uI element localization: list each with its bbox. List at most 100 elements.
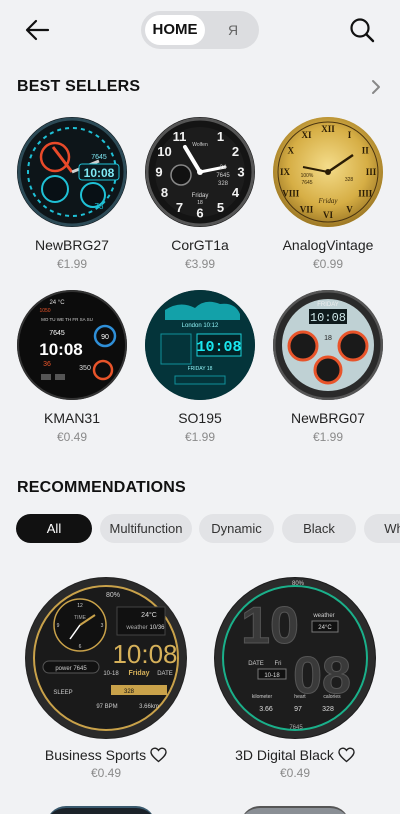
recommendation-name-row: Business Sports: [21, 747, 191, 763]
watchface-preview: Friday 100% 7645 328 XII I II III IIII V VI VII…: [273, 117, 383, 227]
corgt1a-hour-5: 5: [217, 200, 224, 215]
watchface-card-newbrg07[interactable]: FRIDAY 10:08 18 NewBRG07 €1.99: [268, 290, 388, 444]
watchface-digital3d-art: 80% 10 08 weather 24°C DATE Fri 10-18 ki…: [215, 578, 375, 738]
business-bpm: 97 BPM: [96, 704, 117, 710]
watchface-preview: 10:08 7645 78: [17, 117, 127, 227]
best-sellers-more-button[interactable]: [368, 78, 384, 96]
watchface-price: €1.99: [56, 257, 88, 271]
tab-home[interactable]: HOME: [145, 15, 205, 45]
watchface-card-corgt1a[interactable]: Wolfen Friday 18 24 7645 328 1 2 3 4 5 6 7 8 9 10…: [140, 117, 260, 271]
chip-multifunction[interactable]: Multifunction: [100, 514, 192, 543]
business-n6: 6: [79, 644, 82, 650]
digital3d-steps: 7645: [289, 725, 303, 731]
category-chips: All Multifunction Dynamic Black Wh: [16, 514, 400, 544]
chip-all[interactable]: All: [16, 514, 92, 543]
corgt1a-hour-6: 6: [196, 206, 203, 221]
vintage-numeral-8: VIII: [282, 189, 300, 199]
recommendations-title: RECOMMENDATIONS: [17, 479, 186, 496]
chevron-right-icon: [372, 80, 380, 94]
vintage-n3: 328: [345, 177, 354, 183]
newbrg07-date: 18: [324, 335, 332, 342]
digital3d-date-label: DATE: [248, 661, 264, 667]
vintage-numeral-11: XI: [301, 130, 311, 140]
kman31-temp: 24 °C: [49, 300, 65, 306]
business-sleep: SLEEP: [53, 690, 72, 696]
favorite-button[interactable]: [150, 747, 167, 763]
newbrg27-time: 10:08: [84, 166, 115, 180]
business-n12: 12: [77, 603, 83, 609]
kman31-time: 10:08: [39, 340, 82, 359]
corgt1a-hour-1: 1: [217, 129, 224, 144]
watchface-card-kman31[interactable]: 24 °C MO TU WE TH FR SA SU 10:08 7645 10…: [12, 290, 132, 444]
corgt1a-n2: 7645: [216, 173, 230, 179]
watchface-preview: London 10:12 10:08 FRIDAY 18: [145, 290, 255, 400]
tab-me[interactable]: Я: [211, 15, 255, 45]
digital3d-fri: Fri: [275, 661, 282, 667]
search-button[interactable]: [346, 14, 378, 46]
watchface-card-analogvintage[interactable]: Friday 100% 7645 328 XII I II III IIII V VI VII…: [268, 117, 388, 271]
watchface-business-art: 80% 12 3 6 9 TIME 24°C weather 10/36 10:…: [26, 578, 186, 738]
vintage-n2: 7645: [301, 180, 312, 186]
newbrg27-steps: 7645: [91, 154, 107, 161]
vintage-day: Friday: [317, 197, 338, 205]
business-n3: 3: [101, 623, 104, 629]
favorite-button[interactable]: [338, 747, 355, 763]
digital3d-weather: weather: [312, 613, 334, 619]
business-km: 3.66km: [139, 704, 159, 710]
digital3d-cal: 328: [322, 706, 334, 713]
corgt1a-day: Friday: [192, 193, 209, 199]
watchface-preview: 80% 12 3 6 9 TIME 24°C weather 10/36 10:…: [25, 577, 187, 739]
watchface-name: KMAN31: [43, 410, 101, 426]
business-date-label: DATE: [157, 671, 173, 677]
watchface-kman31-art: 24 °C MO TU WE TH FR SA SU 10:08 7645 10…: [17, 290, 127, 400]
watchface-price: €0.49: [279, 766, 311, 780]
watchface-vintage-art: Friday 100% 7645 328 XIIIIIIIIIIIIVVIVII…: [273, 117, 383, 227]
watchface-name: NewBRG27: [35, 237, 109, 253]
vintage-numeral-7: VII: [300, 204, 314, 214]
newbrg07-day: FRIDAY: [317, 302, 339, 308]
business-date: 10/36: [149, 625, 165, 631]
top-bar: HOME Я: [0, 0, 400, 62]
recommendation-card-3d-digital-black[interactable]: 80% 10 08 weather 24°C DATE Fri 10-18 ki…: [210, 577, 380, 780]
heart-icon: [150, 747, 167, 763]
watchface-name: NewBRG07: [291, 410, 365, 426]
digital3d-temp: 24°C: [318, 625, 332, 631]
digital3d-bpm: 97: [294, 706, 302, 713]
corgt1a-hour-4: 4: [232, 185, 240, 200]
watchface-name: SO195: [178, 410, 222, 426]
watchface-card-newbrg27[interactable]: 10:08 7645 78 NewBRG27 €1.99: [12, 117, 132, 271]
back-button[interactable]: [22, 16, 54, 44]
business-n9: 9: [57, 623, 60, 629]
corgt1a-hour-8: 8: [161, 185, 168, 200]
vintage-numeral-9: IX: [280, 167, 291, 177]
watchface-price: €0.49: [56, 430, 88, 444]
watchface-preview-partial: [240, 806, 350, 814]
home-tab-switcher: HOME Я: [141, 11, 259, 49]
digital3d-battery: 80%: [292, 581, 305, 587]
newbrg07-time: 10:08: [310, 311, 346, 325]
watchface-preview: 80% 10 08 weather 24°C DATE Fri 10-18 ki…: [214, 577, 376, 739]
watchface-preview-partial: [46, 806, 156, 814]
watchface-preview: Wolfen Friday 18 24 7645 328 1 2 3 4 5 6 7 8 9 10…: [145, 117, 255, 227]
corgt1a-hour-7: 7: [176, 200, 183, 215]
watchface-price: €3.99: [184, 257, 216, 271]
watchface-newbrg07-art: FRIDAY 10:08 18: [273, 290, 383, 400]
chip-white[interactable]: Wh: [364, 514, 400, 543]
chip-black[interactable]: Black: [282, 514, 356, 543]
recommendation-name-row: 3D Digital Black: [210, 747, 380, 763]
watchface-price: €1.99: [312, 430, 344, 444]
corgt1a-n1: 24: [220, 165, 227, 171]
business-weather: weather: [125, 625, 147, 631]
kman31-dist: 1050: [39, 308, 50, 314]
watchface-name: AnalogVintage: [282, 237, 374, 253]
watchface-card-so195[interactable]: London 10:12 10:08 FRIDAY 18 SO195 €1.99: [140, 290, 260, 444]
watchface-newbrg27-art: 10:08 7645 78: [17, 117, 127, 227]
kman31-n2: 350: [79, 365, 91, 372]
business-time-label: TIME: [74, 615, 87, 621]
digital3d-calories-label: calories: [323, 694, 341, 700]
chip-dynamic[interactable]: Dynamic: [199, 514, 274, 543]
corgt1a-brand: Wolfen: [192, 142, 208, 148]
recommendation-card-business-sports[interactable]: 80% 12 3 6 9 TIME 24°C weather 10/36 10:…: [21, 577, 191, 780]
watchface-name: 3D Digital Black: [235, 747, 334, 763]
vintage-numeral-10: X: [288, 146, 295, 156]
